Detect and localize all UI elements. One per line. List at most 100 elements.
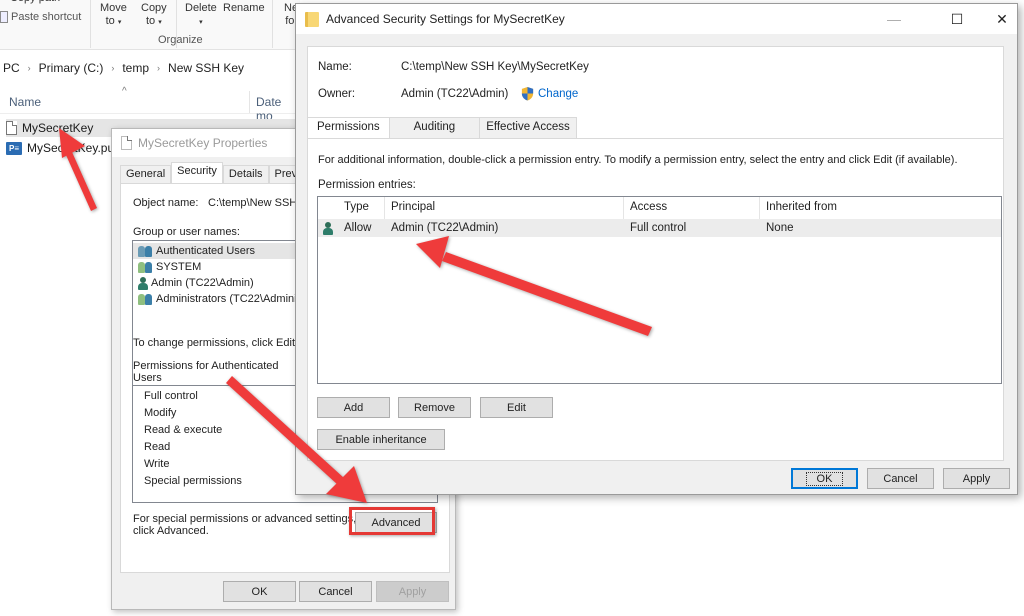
- column-name-header[interactable]: Name: [9, 95, 41, 109]
- breadcrumb-item-pc[interactable]: PC: [3, 61, 20, 75]
- breadcrumb-item-folder[interactable]: New SSH Key: [168, 61, 244, 75]
- ok-button[interactable]: OK: [223, 581, 296, 602]
- close-button[interactable]: ✕: [982, 4, 1022, 34]
- advanced-hint-line1: For special permissions or advanced sett…: [133, 513, 357, 525]
- publisher-file-icon: P≡: [6, 141, 22, 155]
- tab-effective-access[interactable]: Effective Access: [479, 117, 577, 138]
- copy-to-button[interactable]: Copy to ▾: [141, 2, 167, 29]
- tab-auditing[interactable]: Auditing: [388, 117, 481, 138]
- file-icon: [6, 121, 17, 135]
- ribbon: Copy path Paste shortcut Move to ▾ Copy …: [0, 0, 300, 50]
- ok-label: OK: [805, 471, 844, 486]
- ok-button[interactable]: OK: [791, 468, 858, 489]
- advanced-settings-hint: For special permissions or advanced sett…: [133, 513, 356, 537]
- apply-button[interactable]: Apply: [376, 581, 449, 602]
- move-to-button[interactable]: Move to ▾: [100, 2, 127, 29]
- remove-button[interactable]: Remove: [398, 397, 471, 418]
- name-label: Name:: [318, 61, 352, 73]
- ribbon-divider: [272, 0, 273, 48]
- column-header-access[interactable]: Access: [624, 197, 760, 219]
- chevron-down-icon: ▾: [199, 19, 203, 26]
- maximize-button[interactable]: ☐: [937, 4, 977, 34]
- inherited-from-cell: None: [766, 222, 794, 234]
- change-owner-link[interactable]: Change: [520, 86, 578, 101]
- folder-icon: [305, 11, 319, 27]
- rename-button[interactable]: Rename: [223, 2, 265, 15]
- change-link[interactable]: Change: [538, 88, 578, 100]
- file-name: MySecretKey.pub: [27, 141, 121, 155]
- advanced-hint-line2: click Advanced.: [133, 525, 209, 537]
- paste-shortcut-button[interactable]: Paste shortcut: [0, 11, 81, 23]
- user-name: Administrators (TC22\Administra: [156, 293, 315, 305]
- permissions-tab-page: For additional information, double-click…: [307, 138, 1004, 461]
- edit-button[interactable]: Edit: [480, 397, 553, 418]
- advanced-tabs: Permissions Auditing Effective Access: [307, 117, 577, 139]
- cancel-button[interactable]: Cancel: [867, 468, 934, 489]
- chevron-down-icon: ▾: [158, 19, 162, 26]
- breadcrumb[interactable]: PC › Primary (C:) › temp › New SSH Key: [0, 56, 300, 80]
- file-icon: [121, 136, 132, 150]
- table-row[interactable]: Allow Admin (TC22\Admin) Full control No…: [318, 219, 1001, 237]
- info-text: For additional information, double-click…: [318, 154, 958, 166]
- icon-column-header: [318, 197, 338, 219]
- object-name-value: C:\temp\New SSH: [208, 197, 298, 209]
- group-or-user-names-label: Group or user names:: [133, 226, 240, 238]
- delete-button[interactable]: Delete ▾: [185, 2, 217, 29]
- delete-label: Delete: [185, 2, 217, 14]
- user-name: Admin (TC22\Admin): [151, 277, 254, 289]
- table-header: Type Principal Access Inherited from: [318, 197, 1001, 219]
- file-name: MySecretKey: [22, 121, 94, 135]
- permissions-for-label: Permissions for Authenticated Users: [133, 360, 279, 384]
- permissions-for-label-line2: Users: [133, 372, 162, 384]
- copy-path-button[interactable]: Copy path: [10, 0, 60, 4]
- user-name: Authenticated Users: [156, 245, 256, 257]
- user-icon: [323, 221, 333, 235]
- chevron-right-icon: ›: [27, 63, 31, 73]
- enable-inheritance-button[interactable]: Enable inheritance: [317, 429, 445, 450]
- tab-general[interactable]: General: [120, 165, 172, 183]
- advanced-title-bar[interactable]: Advanced Security Settings for MySecretK…: [296, 4, 1017, 34]
- apply-button[interactable]: Apply: [943, 468, 1010, 489]
- advanced-security-dialog: Advanced Security Settings for MySecretK…: [295, 3, 1018, 495]
- copy-to-label: Copy: [141, 2, 167, 14]
- breadcrumb-item-temp[interactable]: temp: [122, 61, 149, 75]
- permission-entries-table[interactable]: Type Principal Access Inherited from All…: [317, 196, 1002, 384]
- tab-security[interactable]: Security: [171, 162, 223, 183]
- name-value: C:\temp\New SSH Key\MySecretKey: [401, 61, 589, 73]
- move-to-label-2: to: [105, 15, 115, 27]
- advanced-highlight-box: [349, 507, 435, 535]
- chevron-right-icon: ›: [157, 63, 161, 73]
- tab-permissions[interactable]: Permissions: [307, 117, 390, 139]
- type-cell: Allow: [344, 222, 372, 234]
- user-icon: [138, 276, 148, 290]
- column-header-principal[interactable]: Principal: [385, 197, 624, 219]
- sort-ascending-icon: ^: [122, 86, 127, 97]
- uac-shield-icon: [521, 86, 534, 101]
- column-header-inherited-from[interactable]: Inherited from: [760, 197, 1000, 219]
- access-cell: Full control: [630, 222, 687, 234]
- user-icon-cell: [318, 221, 338, 235]
- principal-cell: Admin (TC22\Admin): [391, 222, 499, 234]
- copy-to-label-2: to: [145, 15, 156, 27]
- breadcrumb-item-drive[interactable]: Primary (C:): [39, 61, 104, 75]
- column-header-type[interactable]: Type: [338, 197, 385, 219]
- permissions-for-label-line1: Permissions for Authenticated: [133, 360, 279, 372]
- column-divider[interactable]: [249, 91, 250, 113]
- group-icon: [138, 293, 153, 305]
- object-name-label: Object name:: [133, 197, 199, 209]
- cancel-button[interactable]: Cancel: [299, 581, 372, 602]
- owner-value: Admin (TC22\Admin): [401, 88, 509, 100]
- chevron-down-icon: ▾: [117, 19, 122, 26]
- user-name: SYSTEM: [156, 261, 202, 273]
- change-permissions-hint: To change permissions, click Edit.: [133, 337, 299, 349]
- paste-shortcut-icon: [0, 11, 8, 23]
- advanced-title: Advanced Security Settings for MySecretK…: [326, 12, 565, 26]
- group-icon: [138, 261, 153, 273]
- ribbon-divider: [90, 0, 91, 48]
- permission-entries-label: Permission entries:: [318, 179, 416, 191]
- rename-label: Rename: [223, 2, 265, 14]
- add-button[interactable]: Add: [317, 397, 390, 418]
- minimize-button[interactable]: —: [874, 4, 914, 34]
- tab-details[interactable]: Details: [222, 165, 269, 183]
- owner-label: Owner:: [318, 88, 356, 100]
